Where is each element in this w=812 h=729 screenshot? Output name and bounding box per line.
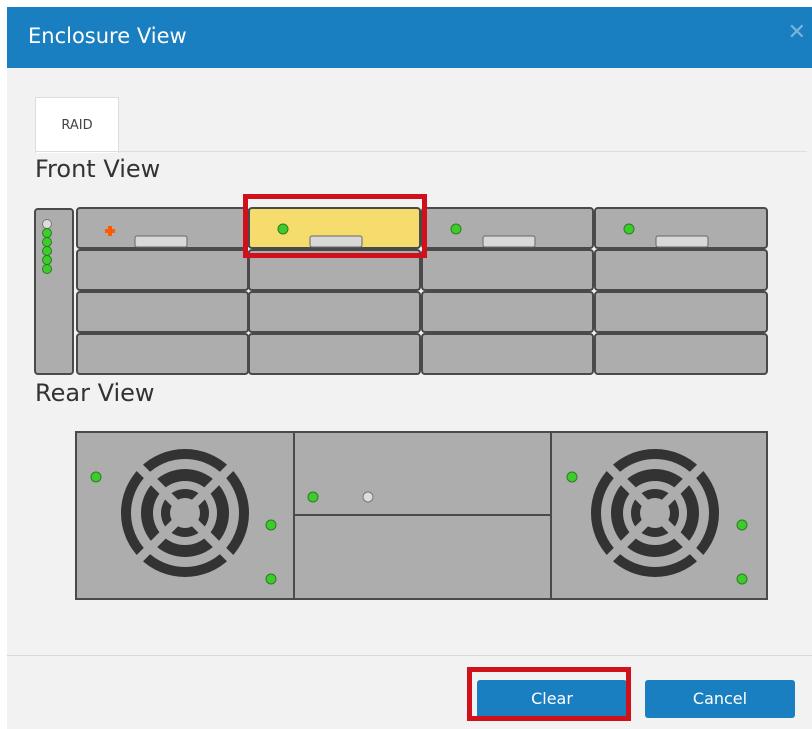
drive-bay <box>76 291 249 333</box>
fan-icon <box>121 449 249 577</box>
enclosure-view-dialog: Enclosure View ✕ RAID Front View Rear Vi… <box>7 7 812 729</box>
status-led-icon <box>265 573 277 585</box>
status-led-icon <box>42 264 52 274</box>
controller-bottom <box>293 514 552 600</box>
drive-bay <box>76 249 249 291</box>
status-led-icon <box>42 237 52 247</box>
status-led-icon <box>736 573 748 585</box>
status-led-icon <box>265 519 277 531</box>
cancel-button[interactable]: Cancel <box>645 680 795 718</box>
selected-drive-highlight[interactable] <box>243 194 427 258</box>
drive-bay <box>248 291 421 333</box>
status-led-icon <box>42 255 52 265</box>
drive-bay <box>248 333 421 375</box>
status-led-icon <box>450 223 462 235</box>
footer-divider <box>7 655 812 656</box>
drive-bay <box>76 333 249 375</box>
status-led-icon <box>623 223 635 235</box>
status-led-icon <box>736 519 748 531</box>
clear-button-highlight <box>467 667 631 721</box>
drive-bay <box>421 333 594 375</box>
drive-handle <box>134 235 188 248</box>
drive-bay <box>421 249 594 291</box>
drive-handle <box>655 235 709 248</box>
drive-bay <box>421 291 594 333</box>
fan-icon <box>591 449 719 577</box>
drive-bay <box>594 333 768 375</box>
status-led-icon <box>307 491 319 503</box>
status-led-icon <box>42 228 52 238</box>
drive-handle <box>482 235 536 248</box>
controller-top <box>293 431 552 516</box>
drive-bay <box>594 249 768 291</box>
status-led-icon <box>362 491 374 503</box>
status-led-icon <box>42 246 52 256</box>
drive-bay <box>594 291 768 333</box>
status-led-icon <box>90 471 102 483</box>
status-led-icon <box>42 219 52 229</box>
front-left-bezel <box>34 208 74 375</box>
status-led-icon <box>566 471 578 483</box>
enclosure-graphic <box>34 207 768 600</box>
